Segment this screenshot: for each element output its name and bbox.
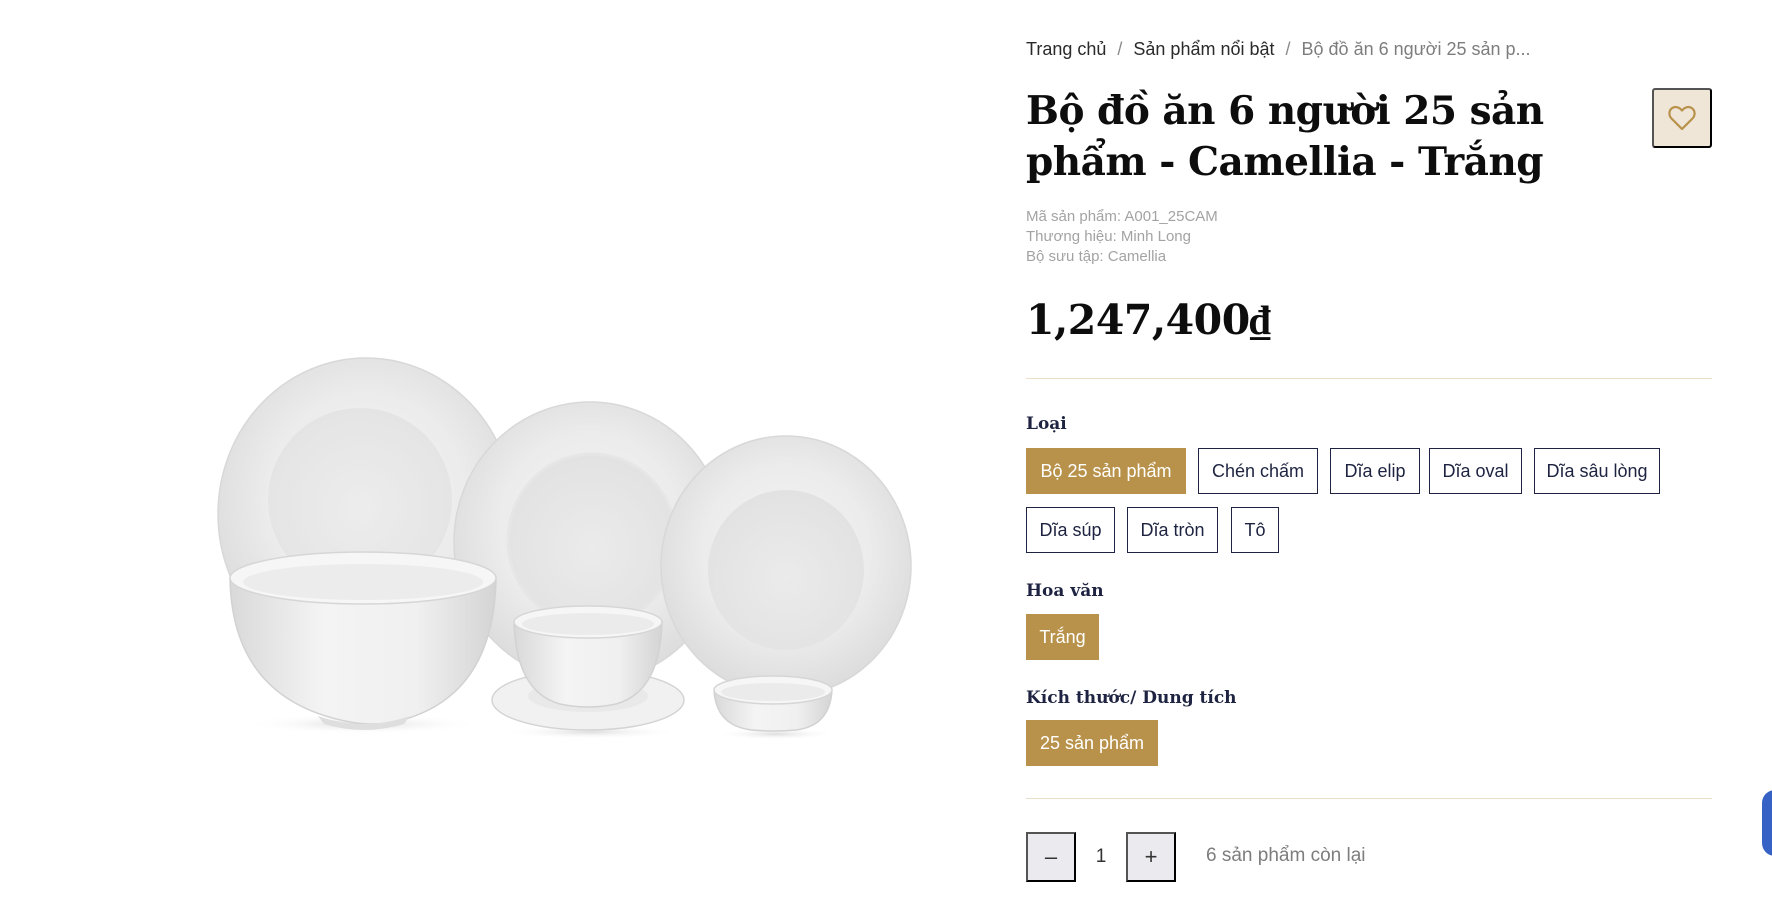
- dinnerware-set-illustration: [217, 357, 912, 740]
- wishlist-button[interactable]: [1652, 88, 1712, 148]
- option-type-chip[interactable]: Dĩa oval: [1429, 448, 1522, 494]
- product-meta: Mã sản phẩm: A001_25CAM Thương hiệu: Min…: [1026, 207, 1218, 267]
- option-type-chip[interactable]: Dĩa elip: [1330, 448, 1420, 494]
- option-pattern-label: Hoa văn: [1026, 581, 1104, 601]
- stock-remaining: 6 sản phẩm còn lại: [1206, 845, 1366, 866]
- quantity-decrement-button[interactable]: –: [1026, 832, 1076, 882]
- quantity-increment-button[interactable]: +: [1126, 832, 1176, 882]
- breadcrumb-home-link[interactable]: Trang chủ: [1026, 39, 1106, 60]
- divider: [1026, 798, 1712, 799]
- breadcrumb-separator: /: [1285, 39, 1291, 59]
- chat-widget[interactable]: [1762, 790, 1772, 856]
- breadcrumb-current: Bộ đồ ăn 6 người 25 sản p...: [1301, 39, 1531, 59]
- breadcrumb-featured-link[interactable]: Sản phẩm nổi bật: [1133, 39, 1274, 60]
- option-pattern-chip[interactable]: Trắng: [1026, 614, 1099, 660]
- product-sku: Mã sản phẩm: A001_25CAM: [1026, 208, 1218, 225]
- option-type-chip[interactable]: Dĩa tròn: [1127, 507, 1218, 553]
- heart-icon: [1668, 105, 1696, 131]
- breadcrumb-separator: /: [1117, 39, 1123, 59]
- option-type-chip[interactable]: Dĩa súp: [1026, 507, 1115, 553]
- option-type-chip[interactable]: Dĩa sâu lòng: [1534, 448, 1660, 494]
- divider: [1026, 378, 1712, 379]
- option-size-chip[interactable]: 25 sản phẩm: [1026, 720, 1158, 766]
- breadcrumb: Trang chủ / Sản phẩm nổi bật / Bộ đồ ăn …: [1026, 39, 1531, 60]
- option-type-chip[interactable]: Chén chấm: [1198, 448, 1318, 494]
- product-price: 1,247,400₫: [1026, 296, 1271, 344]
- option-type-label: Loại: [1026, 414, 1067, 434]
- quantity-input[interactable]: [1076, 832, 1126, 882]
- product-image: [0, 0, 1010, 898]
- option-size-label: Kích thước/ Dung tích: [1026, 688, 1237, 708]
- product-title: Bộ đồ ăn 6 người 25 sản phẩm - Camellia …: [1026, 88, 1544, 185]
- option-type-chip[interactable]: Tô: [1231, 507, 1279, 553]
- product-collection: Bộ sưu tập: Camellia: [1026, 248, 1167, 265]
- product-brand: Thương hiệu: Minh Long: [1026, 228, 1191, 245]
- option-type-chip[interactable]: Bộ 25 sản phẩm: [1026, 448, 1186, 494]
